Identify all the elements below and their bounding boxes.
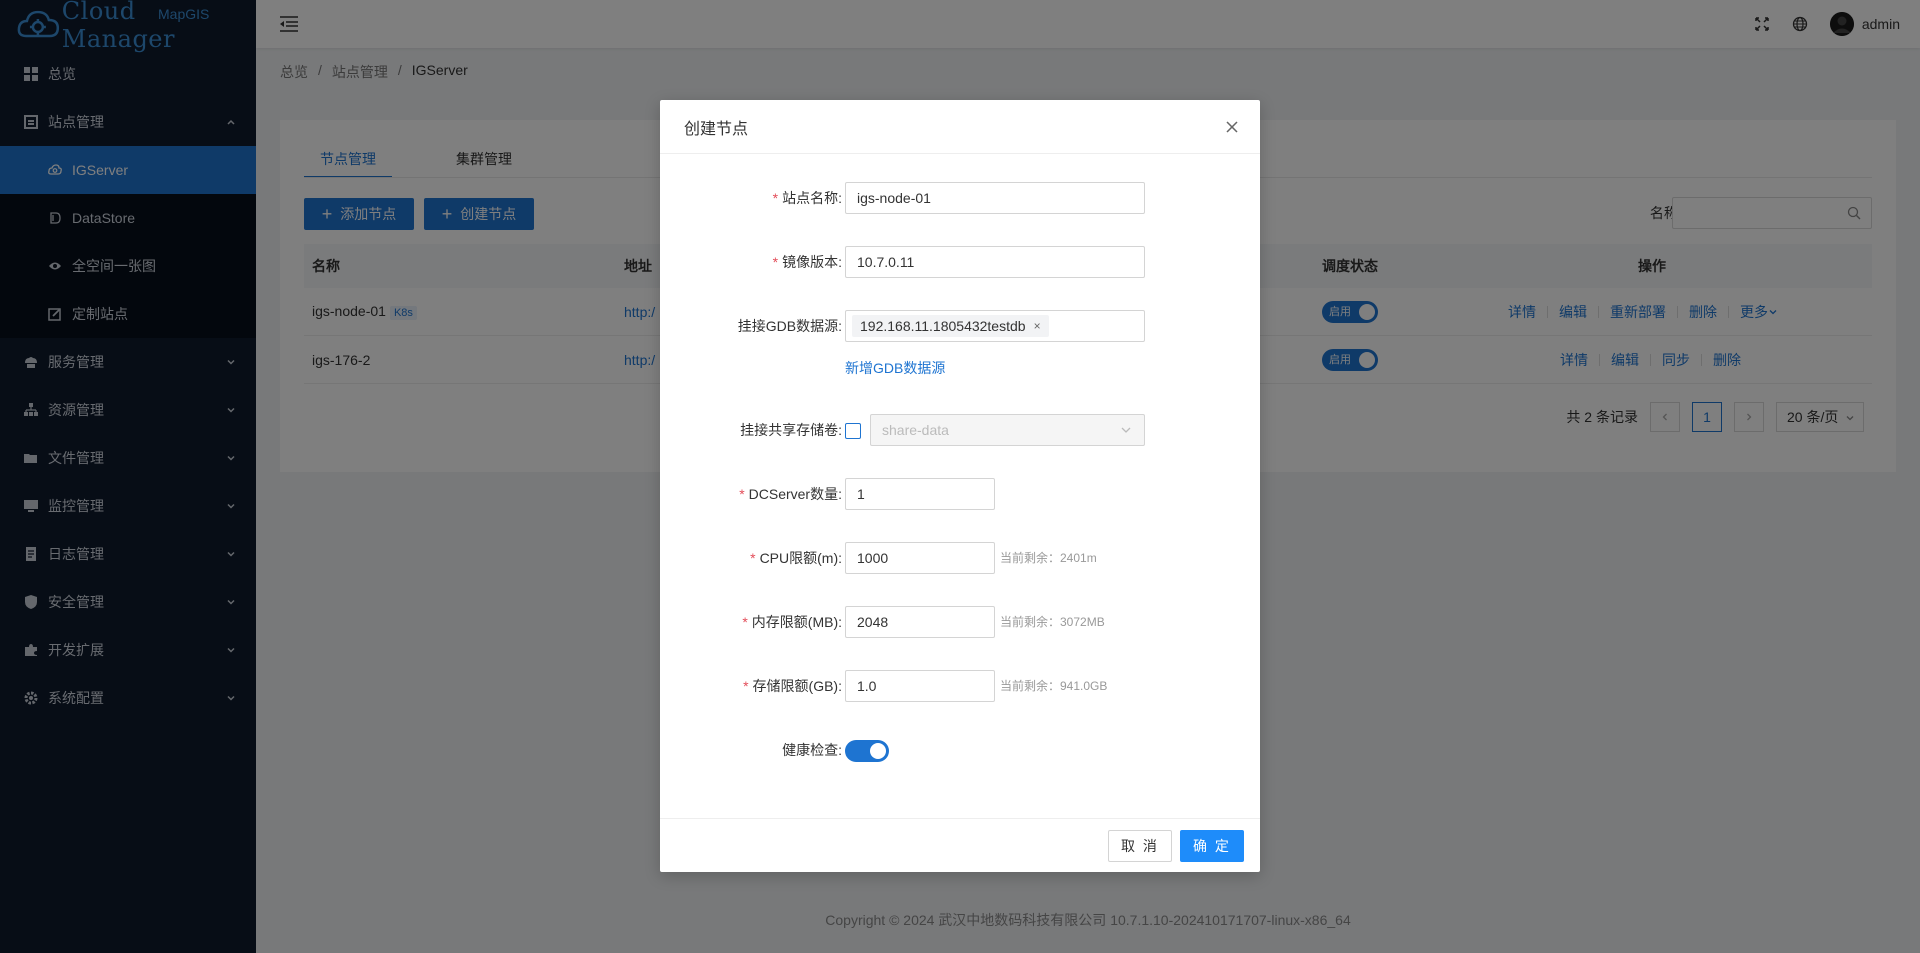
storage-hint: 当前剩余：941.0GB: [1000, 679, 1108, 693]
cpu-label: * CPU限额(m):: [750, 542, 842, 574]
cpu-input[interactable]: 1000: [845, 542, 995, 574]
close-icon[interactable]: [1224, 119, 1240, 135]
add-gdb-link[interactable]: 新增GDB数据源: [845, 358, 945, 378]
cancel-button[interactable]: 取 消: [1108, 830, 1172, 862]
gdb-tag-text: 192.168.11.1805432testdb: [860, 318, 1026, 334]
confirm-button[interactable]: 确 定: [1180, 830, 1244, 862]
required-mark: *: [750, 550, 756, 566]
gdb-row: 挂接GDB数据源: 192.168.11.1805432testdb ×: [660, 310, 1260, 342]
dcserver-input[interactable]: 1: [845, 478, 995, 510]
cpu-label-text: CPU限额(m):: [759, 550, 842, 566]
memory-input[interactable]: 2048: [845, 606, 995, 638]
health-check-row: 健康检查:: [660, 734, 1260, 766]
create-node-dialog: 创建节点 * 站点名称: igs-node-01 * 镜像版本: 10.7.0.11…: [660, 100, 1260, 872]
required-mark: *: [742, 614, 748, 630]
memory-label-text: 内存限额(MB):: [751, 614, 842, 630]
cpu-row: * CPU限额(m): 1000 当前剩余：2401m: [660, 542, 1260, 574]
site-name-label: * 站点名称:: [773, 182, 842, 214]
tag-close-icon[interactable]: ×: [1034, 315, 1041, 337]
chevron-down-icon: [1121, 427, 1131, 433]
dialog-footer: 取 消 确 定: [660, 818, 1260, 872]
memory-label: * 内存限额(MB):: [742, 606, 842, 638]
site-name-row: * 站点名称: igs-node-01: [660, 182, 1260, 214]
gdb-tag: 192.168.11.1805432testdb ×: [852, 315, 1049, 337]
image-version-input[interactable]: 10.7.0.11: [845, 246, 1145, 278]
memory-row: * 内存限额(MB): 2048 当前剩余：3072MB: [660, 606, 1260, 638]
cpu-hint: 当前剩余：2401m: [1000, 551, 1097, 565]
required-mark: *: [743, 678, 749, 694]
share-volume-label: 挂接共享存储卷:: [740, 422, 842, 438]
health-check-toggle[interactable]: [845, 740, 889, 762]
gdb-label: 挂接GDB数据源:: [737, 318, 842, 334]
image-version-label-text: 镜像版本:: [782, 254, 842, 270]
required-mark: *: [772, 254, 779, 270]
share-volume-placeholder: share-data: [882, 422, 949, 438]
dialog-header: 创建节点: [660, 100, 1260, 154]
site-name-input[interactable]: igs-node-01: [845, 182, 1145, 214]
required-mark: *: [739, 486, 745, 502]
dcserver-label-text: DCServer数量:: [748, 486, 842, 502]
dcserver-label: * DCServer数量:: [739, 478, 842, 510]
health-check-label: 健康检查:: [782, 742, 842, 758]
dcserver-row: * DCServer数量: 1: [660, 478, 1260, 510]
site-name-label-text: 站点名称:: [782, 190, 842, 206]
storage-row: * 存储限额(GB): 1.0 当前剩余：941.0GB: [660, 670, 1260, 702]
image-version-label: * 镜像版本:: [773, 246, 842, 278]
memory-hint: 当前剩余：3072MB: [1000, 615, 1105, 629]
share-volume-checkbox[interactable]: [845, 423, 861, 439]
storage-input[interactable]: 1.0: [845, 670, 995, 702]
dialog-title: 创建节点: [684, 120, 749, 138]
storage-label-text: 存储限额(GB):: [752, 678, 842, 694]
share-volume-select: share-data: [870, 414, 1145, 446]
storage-label: * 存储限额(GB):: [743, 670, 842, 702]
required-mark: *: [772, 190, 779, 206]
share-volume-row: 挂接共享存储卷: share-data: [660, 414, 1260, 446]
image-version-row: * 镜像版本: 10.7.0.11: [660, 246, 1260, 278]
